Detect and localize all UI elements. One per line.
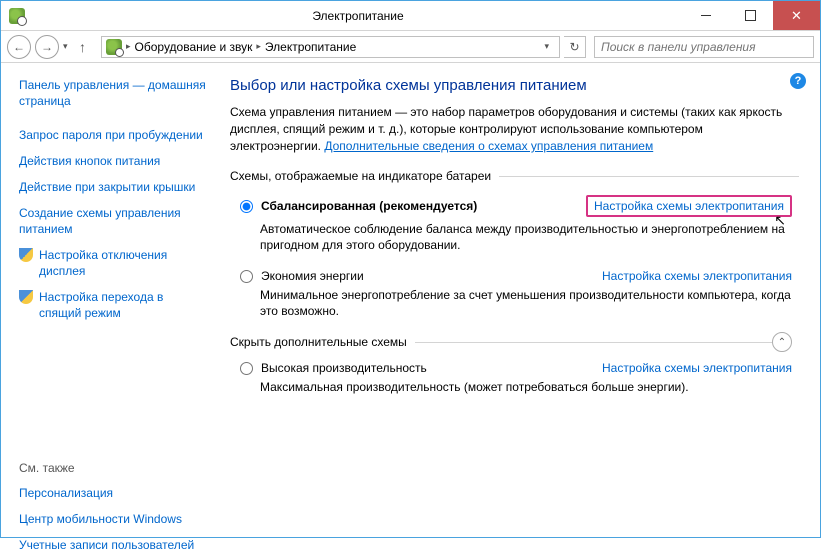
page-title: Выбор или настройка схемы управления пит… [230,77,792,94]
hide-additional-label[interactable]: Скрыть дополнительные схемы [230,335,407,349]
see-also-link[interactable]: Персонализация [19,485,208,501]
divider [499,176,792,177]
main-panel: ? Выбор или настройка схемы управления п… [216,63,820,537]
sidebar-link[interactable]: Создание схемы управления питанием [19,205,208,237]
sidebar-link[interactable]: Действие при закрытии крышки [19,179,208,195]
collapse-button[interactable]: ⌃ [772,332,792,352]
breadcrumb-item[interactable]: Оборудование и звук [135,40,253,54]
content-area: Панель управления — домашняя страница За… [1,63,820,537]
power-plan-high-performance: Высокая производительность Настройка схе… [240,361,792,395]
plans-group-label: Схемы, отображаемые на индикаторе батаре… [230,169,491,183]
sidebar-link[interactable]: Запрос пароля при пробуждении [19,127,208,143]
plan-radio[interactable] [240,270,253,283]
see-also-link[interactable]: Центр мобильности Windows [19,511,208,527]
change-plan-link[interactable]: Настройка схемы электропитания [602,361,792,375]
sidebar-link[interactable]: Настройка перехода в спящий режим [19,289,208,321]
minimize-button[interactable] [683,1,728,30]
navbar: ← → ▾ ↑ ▸ Оборудование и звук ▸ Электроп… [1,31,820,63]
chevron-down-icon[interactable]: ▾ [538,41,555,52]
chevron-right-icon: ▸ [126,41,131,52]
breadcrumb-item[interactable]: Электропитание [265,40,356,54]
breadcrumb[interactable]: ▸ Оборудование и звук ▸ Электропитание ▾ [101,36,560,58]
sidebar-link[interactable]: Действия кнопок питания [19,153,208,169]
power-plan-saver: Экономия энергии Настройка схемы электро… [240,269,792,319]
plan-description: Автоматическое соблюдение баланса между … [260,221,792,253]
maximize-button[interactable] [728,1,773,30]
window-title: Электропитание [33,9,683,23]
page-description: Схема управления питанием — это набор па… [230,104,792,155]
close-button[interactable] [773,1,820,30]
chevron-right-icon: ▸ [256,41,261,52]
location-icon [106,39,122,55]
window-controls [683,1,820,30]
see-also-label: См. также [19,461,208,475]
plan-description: Минимальное энергопотребление за счет ум… [260,287,792,319]
more-info-link[interactable]: Дополнительные сведения о схемах управле… [324,139,653,153]
history-dropdown-icon[interactable]: ▾ [63,41,75,52]
titlebar: Электропитание [1,1,820,31]
plan-name: Экономия энергии [261,269,364,283]
power-plan-balanced: Сбалансированная (рекомендуется) Настрой… [240,195,792,253]
back-button[interactable]: ← [7,35,31,59]
search-input[interactable] [594,36,814,58]
app-icon [9,8,25,24]
plan-name: Сбалансированная (рекомендуется) [261,199,477,213]
help-icon[interactable]: ? [790,73,806,89]
plan-radio[interactable] [240,200,253,213]
change-plan-link[interactable]: Настройка схемы электропитания ↖ [586,195,792,217]
refresh-button[interactable]: ↻ [564,36,586,58]
forward-button[interactable]: → [35,35,59,59]
shield-icon [19,290,33,304]
shield-icon [19,248,33,262]
control-panel-home-link[interactable]: Панель управления — домашняя страница [19,77,208,109]
change-plan-link[interactable]: Настройка схемы электропитания [602,269,792,283]
cursor-icon: ↖ [774,212,786,229]
sidebar: Панель управления — домашняя страница За… [1,63,216,537]
plan-name: Высокая производительность [261,361,427,375]
divider [415,342,772,343]
up-button[interactable]: ↑ [79,39,97,55]
sidebar-link[interactable]: Настройка отключения дисплея [19,247,208,279]
plan-radio[interactable] [240,362,253,375]
plan-description: Максимальная производительность (может п… [260,379,792,395]
see-also-link[interactable]: Учетные записи пользователей [19,537,208,553]
